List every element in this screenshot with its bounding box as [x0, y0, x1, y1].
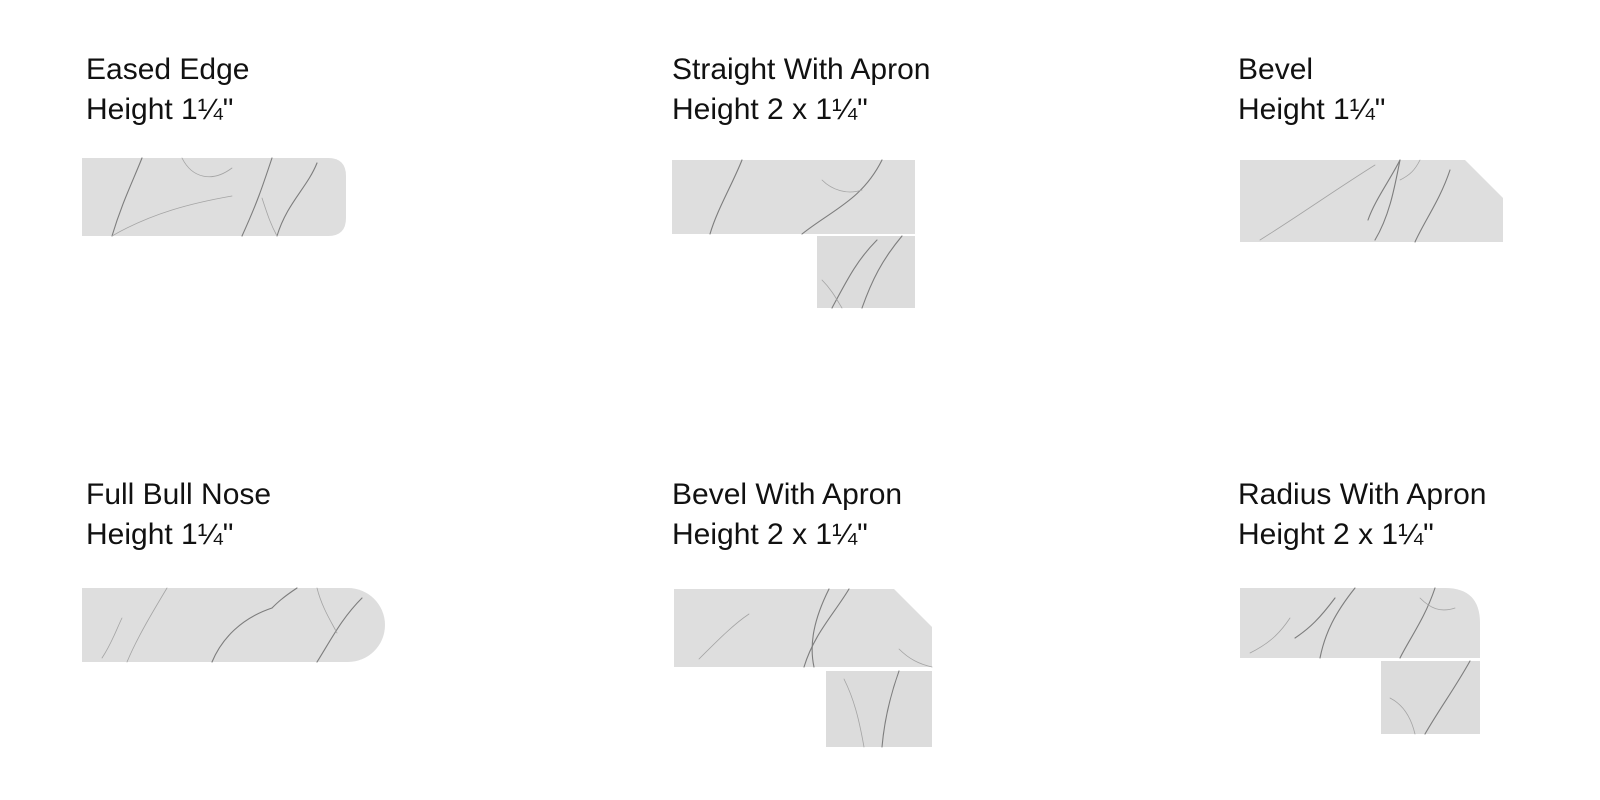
profile-height: Height 1¼"	[86, 518, 234, 551]
profile-height: Height 2 x 1¼"	[672, 518, 868, 551]
profile-height: Height 1¼"	[86, 93, 234, 126]
profile-card-bevel-with-apron: Bevel With Apron Height 2 x 1¼"	[672, 475, 902, 555]
full-bull-nose-profile-image	[82, 587, 385, 663]
profile-title: Bevel	[1238, 53, 1314, 86]
profile-title: Straight With Apron	[672, 53, 931, 86]
profile-card-radius-with-apron: Radius With Apron Height 2 x 1¼"	[1238, 475, 1486, 555]
straight-with-apron-profile-image	[672, 159, 915, 309]
profile-title: Full Bull Nose	[86, 478, 272, 511]
profile-title: Bevel With Apron	[672, 478, 903, 511]
radius-with-apron-profile-image	[1240, 587, 1480, 735]
profile-height: Height 2 x 1¼"	[1238, 518, 1434, 551]
profile-title: Radius With Apron	[1238, 478, 1487, 511]
profile-height: Height 1¼"	[1238, 93, 1386, 126]
profile-card-eased-edge: Eased Edge Height 1¼"	[86, 50, 249, 130]
profile-title: Eased Edge	[86, 53, 250, 86]
profile-card-bevel: Bevel Height 1¼"	[1238, 50, 1385, 130]
profile-card-full-bull-nose: Full Bull Nose Height 1¼"	[86, 475, 271, 555]
profile-height: Height 2 x 1¼"	[672, 93, 868, 126]
profile-card-straight-with-apron: Straight With Apron Height 2 x 1¼"	[672, 50, 930, 130]
bevel-with-apron-profile-image	[674, 588, 933, 748]
bevel-profile-image	[1240, 159, 1503, 243]
eased-edge-profile-image	[82, 157, 346, 237]
